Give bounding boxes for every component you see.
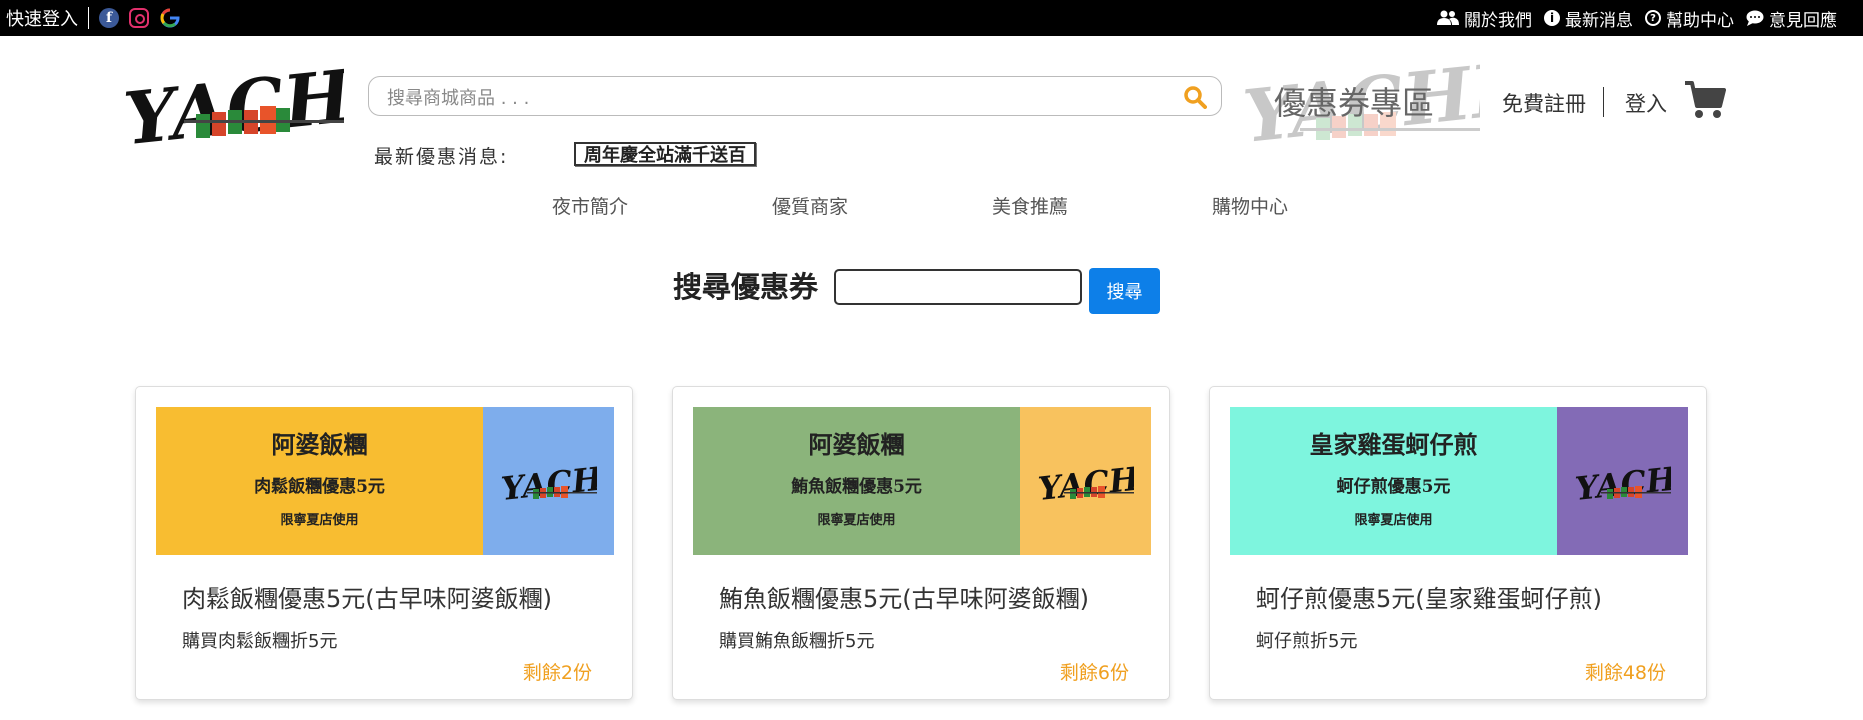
banner-note: 限寧夏店使用 [1354, 513, 1433, 528]
banner-logo: YACHI [483, 407, 614, 555]
coupon-banner-text: 皇家雞蛋蚵仔煎 蚵仔煎優惠5元 限寧夏店使用 [1230, 407, 1557, 555]
users-icon [1437, 10, 1459, 25]
login-link[interactable]: 登入 [1625, 88, 1667, 118]
info-icon: i [1544, 10, 1560, 26]
divider [88, 7, 89, 29]
coupon-banner-text: 阿婆飯糰 鮪魚飯糰優惠5元 限寧夏店使用 [693, 407, 1020, 555]
banner-note: 限寧夏店使用 [817, 513, 896, 528]
coupon-description: 購買鮪魚飯糰折5元 [719, 631, 875, 652]
coupon-remaining: 剩餘48份 [1584, 662, 1666, 684]
cart-icon[interactable] [1684, 80, 1726, 120]
nav-quality-merchants[interactable]: 優質商家 [772, 192, 848, 219]
coupon-remaining: 剩餘2份 [522, 662, 592, 684]
banner-logo: YACHI [1020, 407, 1151, 555]
facebook-icon[interactable]: f [99, 8, 119, 28]
top-bar: 快速登入 f 關於我們 i 最新消息 ? 幫助中心 意見回應 [0, 0, 1863, 36]
about-link[interactable]: 關於我們 [1437, 6, 1532, 31]
top-links: 關於我們 i 最新消息 ? 幫助中心 意見回應 [1437, 0, 1837, 36]
banner-store-name: 阿婆飯糰 [271, 430, 368, 459]
chat-icon [1746, 10, 1764, 26]
nav-night-market-intro[interactable]: 夜市簡介 [552, 192, 628, 219]
coupon-search-button[interactable]: 搜尋 [1089, 268, 1160, 314]
divider [1603, 87, 1604, 117]
news-link[interactable]: i 最新消息 [1544, 6, 1633, 31]
feedback-label: 意見回應 [1769, 10, 1837, 31]
coupon-banner-text: 阿婆飯糰 肉鬆飯糰優惠5元 限寧夏店使用 [156, 407, 483, 555]
help-label: 幫助中心 [1666, 10, 1734, 31]
coupon-zone-heading[interactable]: YACHI 優惠券專區 [1240, 52, 1480, 152]
coupon-card[interactable]: 阿婆飯糰 肉鬆飯糰優惠5元 限寧夏店使用 YACHI 肉鬆飯糰優惠5元(古早味阿… [135, 386, 633, 700]
coupon-card[interactable]: 阿婆飯糰 鮪魚飯糰優惠5元 限寧夏店使用 YACHI 鮪魚飯糰優惠5元(古早味阿… [672, 386, 1170, 700]
coupon-search-input[interactable] [834, 269, 1082, 305]
news-ticker[interactable]: 周年慶全站滿千送百 [574, 142, 756, 166]
coupon-banner: 阿婆飯糰 鮪魚飯糰優惠5元 限寧夏店使用 YACHI [693, 407, 1151, 555]
coupon-card[interactable]: 皇家雞蛋蚵仔煎 蚵仔煎優惠5元 限寧夏店使用 YACHI 蚵仔煎優惠5元(皇家雞… [1209, 386, 1707, 700]
quick-login-group: 快速登入 f [6, 0, 191, 36]
nav-food-recommendations[interactable]: 美食推薦 [992, 192, 1068, 219]
coupon-title: 肉鬆飯糰優惠5元(古早味阿婆飯糰) [182, 585, 552, 613]
help-icon: ? [1645, 10, 1661, 26]
nav-shopping-center[interactable]: 購物中心 [1212, 192, 1288, 219]
register-link[interactable]: 免費註冊 [1502, 88, 1586, 118]
quick-login-label: 快速登入 [6, 9, 78, 30]
coupon-zone-title: 優惠券專區 [1274, 84, 1435, 122]
coupon-search-label: 搜尋優惠券 [673, 270, 819, 304]
instagram-icon[interactable] [129, 8, 149, 28]
banner-offer: 肉鬆飯糰優惠5元 [254, 477, 385, 497]
banner-logo: YACHI [1557, 407, 1688, 555]
news-label: 最新優惠消息: [374, 146, 509, 168]
coupon-title: 鮪魚飯糰優惠5元(古早味阿婆飯糰) [719, 585, 1089, 613]
site-logo[interactable]: YACHI [120, 48, 391, 161]
search-icon[interactable] [1183, 85, 1207, 109]
coupon-remaining: 剩餘6份 [1059, 662, 1129, 684]
banner-note: 限寧夏店使用 [280, 513, 359, 528]
coupon-title: 蚵仔煎優惠5元(皇家雞蛋蚵仔煎) [1256, 585, 1602, 613]
banner-offer: 蚵仔煎優惠5元 [1336, 477, 1451, 497]
coupon-description: 蚵仔煎折5元 [1256, 631, 1358, 652]
news-link-label: 最新消息 [1565, 10, 1633, 31]
about-label: 關於我們 [1464, 10, 1532, 31]
coupon-description: 購買肉鬆飯糰折5元 [182, 631, 338, 652]
product-search-input[interactable] [385, 85, 1169, 111]
banner-store-name: 皇家雞蛋蚵仔煎 [1309, 430, 1478, 459]
coupon-banner: 皇家雞蛋蚵仔煎 蚵仔煎優惠5元 限寧夏店使用 YACHI [1230, 407, 1688, 555]
feedback-link[interactable]: 意見回應 [1746, 6, 1837, 31]
help-link[interactable]: ? 幫助中心 [1645, 6, 1734, 31]
google-icon[interactable] [159, 7, 181, 29]
coupon-banner: 阿婆飯糰 肉鬆飯糰優惠5元 限寧夏店使用 YACHI [156, 407, 614, 555]
banner-offer: 鮪魚飯糰優惠5元 [791, 477, 922, 497]
banner-store-name: 阿婆飯糰 [808, 430, 905, 459]
product-search-bar [368, 76, 1222, 116]
